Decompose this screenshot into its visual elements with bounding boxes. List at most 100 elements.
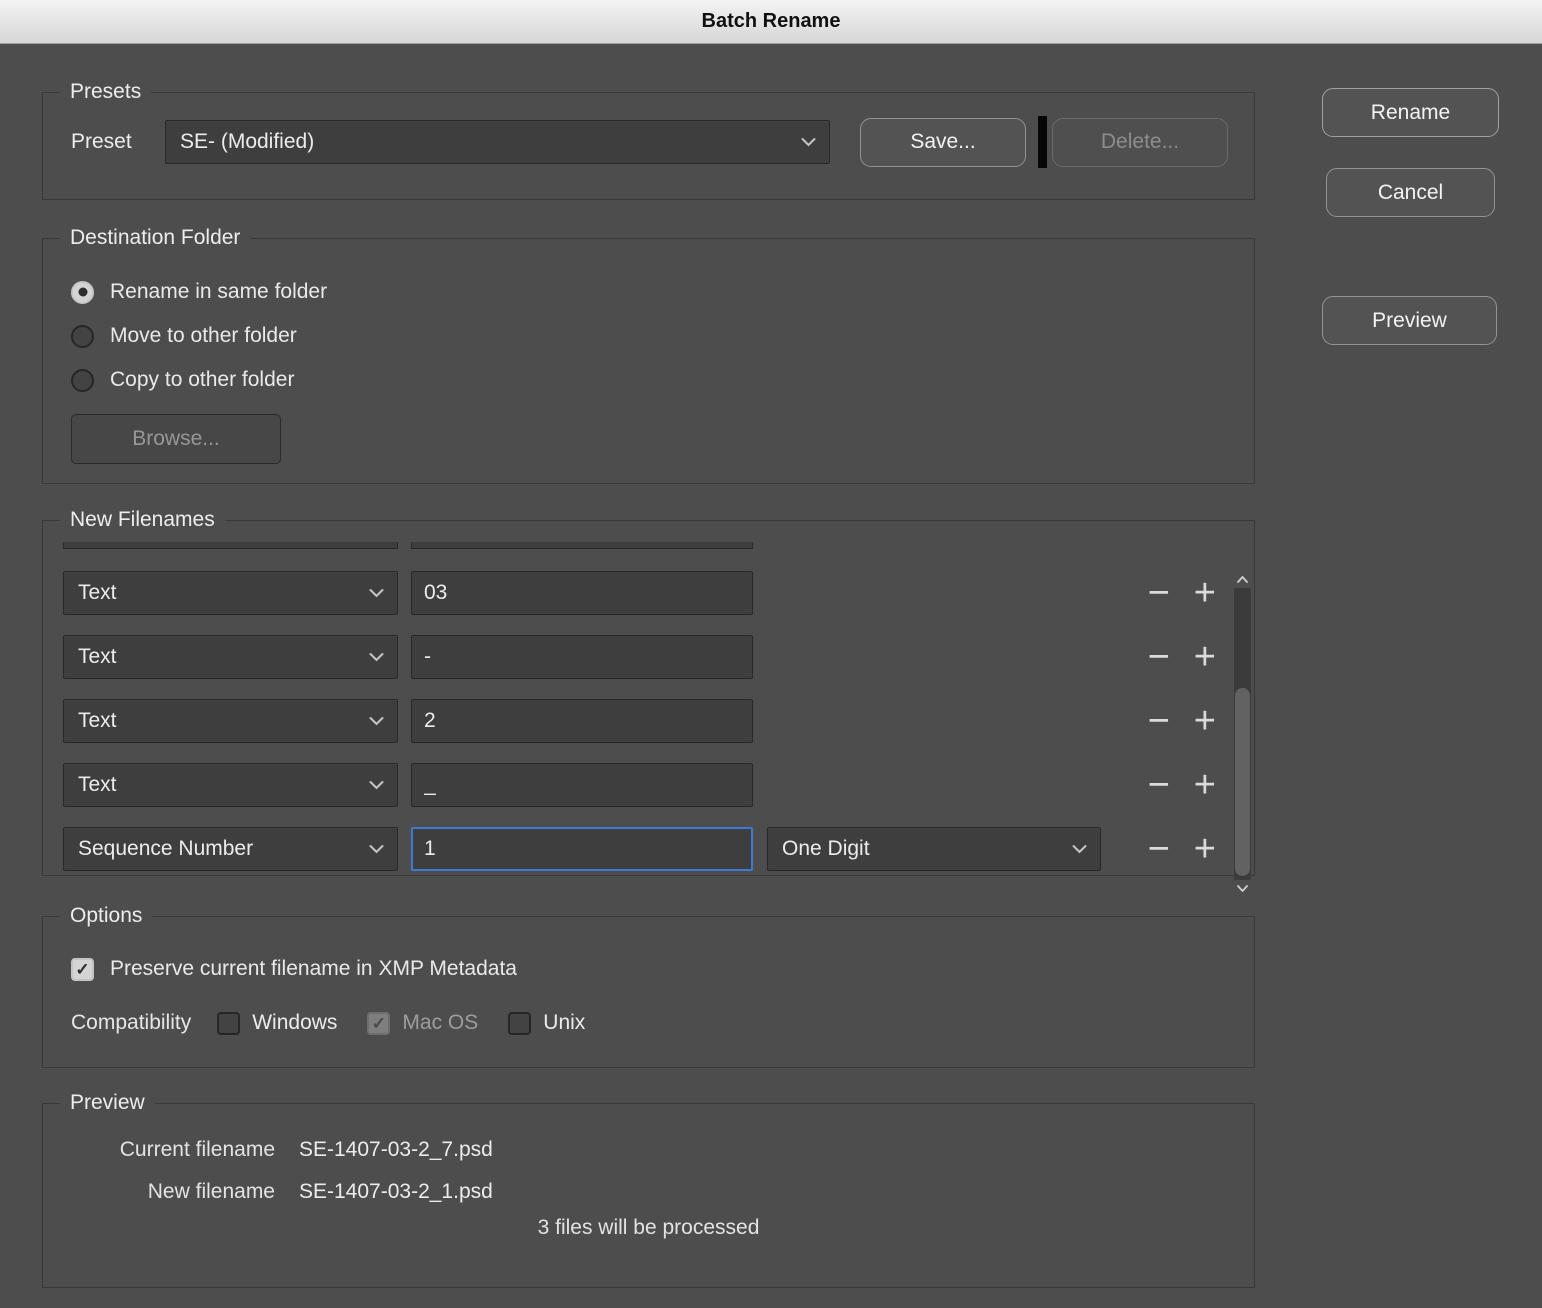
radio-label: Copy to other folder — [110, 368, 295, 391]
save-preset-label: Save... — [910, 130, 976, 153]
macos-checkbox: ✓ — [367, 1011, 391, 1035]
destination-folder-group: Destination Folder Rename in same folder… — [42, 226, 1255, 484]
windows-label: Windows — [252, 1011, 338, 1034]
clipped-dropdown-edge — [63, 542, 398, 549]
filename-row: Text − + — [63, 571, 1216, 615]
remove-row-button[interactable]: − — [1148, 830, 1170, 868]
destination-legend: Destination Folder — [70, 226, 241, 249]
remove-row-button[interactable]: − — [1148, 638, 1170, 676]
rename-button[interactable]: Rename — [1322, 88, 1499, 137]
remove-row-button[interactable]: − — [1148, 766, 1170, 804]
windows-checkbox[interactable] — [217, 1011, 241, 1035]
row-type-value: Text — [78, 581, 117, 604]
chevron-down-icon — [801, 138, 816, 147]
new-filenames-legend: New Filenames — [70, 508, 215, 531]
row-type-dropdown[interactable]: Text — [63, 699, 398, 743]
unix-checkbox[interactable] — [508, 1011, 532, 1035]
remove-row-button[interactable]: − — [1148, 702, 1170, 740]
chevron-down-icon — [1072, 845, 1087, 854]
row-type-dropdown[interactable]: Text — [63, 763, 398, 807]
browse-button[interactable]: Browse... — [71, 414, 281, 464]
clipped-field-edge — [411, 542, 753, 549]
compatibility-label: Compatibility — [71, 1011, 192, 1034]
delete-preset-button[interactable]: Delete... — [1052, 117, 1228, 167]
new-filenames-group: New Filenames Text − + Text — [42, 508, 1255, 892]
preview-legend: Preview — [70, 1091, 145, 1114]
remove-row-button[interactable]: − — [1148, 574, 1170, 612]
options-group: Options ✓ Preserve current filename in X… — [42, 904, 1255, 1068]
cancel-button[interactable]: Cancel — [1326, 168, 1495, 217]
preserve-filename-label: Preserve current filename in XMP Metadat… — [110, 957, 517, 980]
files-processed-note: 3 files will be processed — [537, 1216, 760, 1239]
filenames-scrollbar[interactable] — [1234, 572, 1251, 896]
cancel-button-label: Cancel — [1377, 180, 1444, 204]
current-filename-row: Current filename SE-1407-03-2_7.psd — [43, 1129, 1254, 1171]
row-text-input[interactable] — [411, 699, 753, 743]
scroll-down-icon[interactable] — [1234, 881, 1251, 896]
chevron-down-icon — [369, 781, 384, 790]
compat-macos: ✓ Mac OS — [367, 1011, 478, 1035]
preset-dropdown[interactable]: SE- (Modified) — [165, 120, 830, 164]
chevron-down-icon — [369, 589, 384, 598]
compat-unix[interactable]: Unix — [508, 1011, 585, 1035]
radio-label: Move to other folder — [110, 324, 297, 347]
window-title: Batch Rename — [701, 10, 841, 32]
compat-windows[interactable]: Windows — [217, 1011, 337, 1035]
check-icon: ✓ — [75, 959, 90, 979]
row-text-input[interactable] — [411, 763, 753, 807]
clipped-row-above — [63, 542, 1216, 549]
macos-label: Mac OS — [402, 1011, 479, 1034]
row-text-input[interactable] — [411, 635, 753, 679]
preset-dropdown-value: SE- (Modified) — [180, 130, 315, 153]
new-filename-value: SE-1407-03-2_1.psd — [299, 1180, 493, 1203]
scrollbar-thumb[interactable] — [1235, 688, 1250, 876]
filename-row: Text − + — [63, 763, 1216, 807]
delete-preset-label: Delete... — [1100, 130, 1180, 153]
current-filename-value: SE-1407-03-2_7.psd — [299, 1138, 493, 1161]
options-legend: Options — [70, 904, 143, 927]
radio-move-other-folder[interactable] — [71, 324, 94, 348]
add-row-button[interactable]: + — [1194, 766, 1216, 804]
check-icon: ✓ — [371, 1013, 387, 1033]
add-row-button[interactable]: + — [1194, 638, 1216, 676]
sequence-digits-dropdown[interactable]: One Digit — [767, 827, 1101, 871]
row-type-value: Text — [78, 645, 117, 668]
radio-copy-other-folder[interactable] — [71, 368, 94, 392]
scrollbar-track[interactable] — [1234, 588, 1251, 880]
new-filename-label: New filename — [147, 1180, 275, 1203]
sequence-start-input[interactable] — [411, 827, 753, 871]
row-type-value: Text — [78, 709, 117, 732]
destination-option-same-row[interactable]: Rename in same folder — [71, 270, 1254, 314]
scroll-up-icon[interactable] — [1234, 572, 1251, 587]
browse-button-label: Browse... — [132, 427, 220, 450]
radio-label: Rename in same folder — [110, 280, 328, 303]
add-row-button[interactable]: + — [1194, 574, 1216, 612]
radio-rename-same-folder[interactable] — [71, 280, 94, 304]
preset-buttons-divider — [1038, 116, 1047, 168]
destination-option-move-row[interactable]: Move to other folder — [71, 314, 1254, 358]
row-type-dropdown[interactable]: Sequence Number — [63, 827, 398, 871]
row-type-dropdown[interactable]: Text — [63, 571, 398, 615]
filename-row: Text − + — [63, 635, 1216, 679]
row-text-input[interactable] — [411, 571, 753, 615]
filename-row: Text − + — [63, 699, 1216, 743]
preserve-filename-checkbox[interactable]: ✓ — [71, 957, 94, 981]
sequence-digits-value: One Digit — [782, 837, 870, 860]
new-filename-row: New filename SE-1407-03-2_1.psd — [43, 1171, 1254, 1213]
add-row-button[interactable]: + — [1194, 830, 1216, 868]
preview-button-label: Preview — [1372, 308, 1447, 332]
destination-option-copy-row[interactable]: Copy to other folder — [71, 358, 1254, 402]
row-type-dropdown[interactable]: Text — [63, 635, 398, 679]
save-preset-button[interactable]: Save... — [860, 117, 1026, 167]
chevron-down-icon — [369, 845, 384, 854]
presets-legend: Presets — [70, 80, 142, 103]
filename-row-sequence: Sequence Number One Digit − + — [63, 827, 1216, 871]
preset-label: Preset — [71, 130, 132, 153]
preview-group: Preview Current filename SE-1407-03-2_7.… — [42, 1091, 1255, 1288]
current-filename-label: Current filename — [119, 1138, 275, 1161]
preview-button[interactable]: Preview — [1322, 296, 1497, 345]
presets-group: Presets Preset SE- (Modified) Save... De… — [42, 80, 1255, 200]
add-row-button[interactable]: + — [1194, 702, 1216, 740]
chevron-down-icon — [369, 717, 384, 726]
window-titlebar: Batch Rename — [0, 0, 1542, 44]
